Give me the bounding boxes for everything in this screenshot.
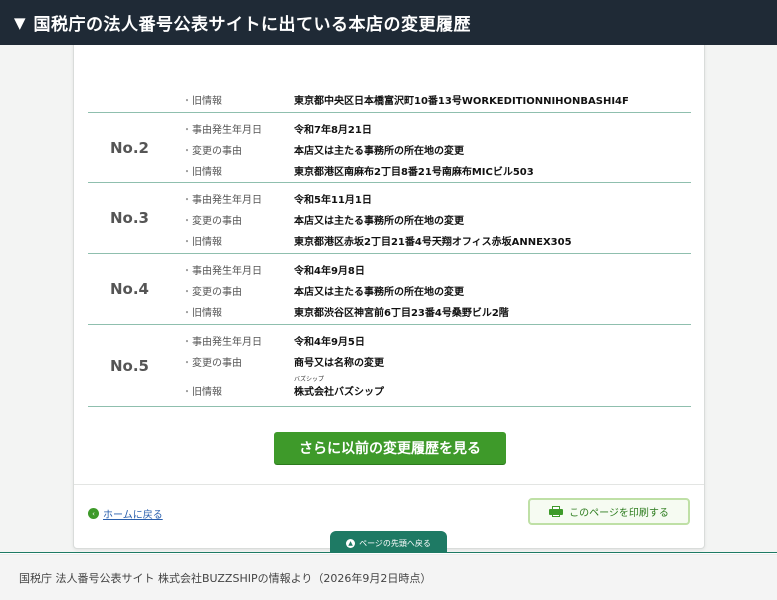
printer-icon <box>549 506 564 517</box>
record-number: No.3 <box>110 209 149 227</box>
bullet: ・ <box>182 265 192 277</box>
record-number: No.4 <box>110 280 149 298</box>
field-value: 東京都港区赤坂2丁目21番4号天翔オフィス赤坂ANNEX305 <box>294 236 572 248</box>
triangle-down-icon: ▼ <box>14 13 26 32</box>
caption-header-bar: ▼ 国税庁の法人番号公表サイトに出ている本店の変更履歴 <box>0 0 777 45</box>
field-line: ・ 変更の事由 本店又は主たる事務所の所在地の変更 <box>182 283 464 298</box>
field-line: ・ 事由発生年月日 令和5年11月1日 <box>182 191 372 206</box>
print-button-label: このページを印刷する <box>569 508 669 519</box>
record-number: No.2 <box>110 139 149 157</box>
source-caption: 国税庁 法人番号公表サイト 株式会社BUZZSHIPの情報より（2026年9月2… <box>0 554 777 600</box>
field-value: 東京都中央区日本橋富沢町10番13号WORKEDITIONNIHONBASHI4… <box>294 95 629 107</box>
header-title: 国税庁の法人番号公表サイトに出ている本店の変更履歴 <box>33 15 472 35</box>
history-record: No.5 ・ 事由発生年月日 令和4年9月5日 ・ 変更の事由 商号又は名称の変… <box>88 325 691 407</box>
bullet: ・ <box>182 215 192 227</box>
field-value: 東京都港区南麻布2丁目8番21号南麻布MICビル503 <box>294 166 534 178</box>
field-label: 事由発生年月日 <box>192 124 262 136</box>
field-line: ・ 事由発生年月日 令和4年9月8日 <box>182 262 365 277</box>
bullet: ・ <box>182 357 192 369</box>
field-line: ・ 変更の事由 本店又は主たる事務所の所在地の変更 <box>182 142 464 157</box>
field-line: ・ 旧情報 東京都渋谷区神宮前6丁目23番4号桑野ビル2階 <box>182 304 509 319</box>
field-value: 本店又は主たる事務所の所在地の変更 <box>294 286 464 298</box>
field-line: ・ 事由発生年月日 令和4年9月5日 <box>182 333 365 348</box>
field-line: ・ 旧情報 東京都港区南麻布2丁目8番21号南麻布MICビル503 <box>182 163 534 178</box>
field-label: 旧情報 <box>192 95 222 107</box>
bullet: ・ <box>182 236 192 248</box>
bullet: ・ <box>182 286 192 298</box>
home-link-label: ホームに戻る <box>103 510 163 521</box>
field-label: 旧情報 <box>192 307 222 319</box>
history-record: No.4 ・ 事由発生年月日 令和4年9月8日 ・ 変更の事由 本店又は主たる事… <box>88 254 691 325</box>
field-line: ・ 旧情報 株式会社バズシップ <box>182 383 384 398</box>
show-more-history-button[interactable]: さらに以前の変更履歴を見る <box>274 432 506 464</box>
bullet: ・ <box>182 194 192 206</box>
bullet: ・ <box>182 386 192 398</box>
back-to-top-label: ページの先頭へ戻る <box>359 538 431 548</box>
field-value: 商号又は名称の変更 <box>294 357 384 369</box>
field-label: 事由発生年月日 <box>192 194 262 206</box>
field-label: 事由発生年月日 <box>192 265 262 277</box>
record-number: No.5 <box>110 357 149 375</box>
field-line: ・ 変更の事由 本店又は主たる事務所の所在地の変更 <box>182 212 464 227</box>
field-value: 本店又は主たる事務所の所在地の変更 <box>294 145 464 157</box>
field-label: 変更の事由 <box>192 357 242 369</box>
field-value: 令和5年11月1日 <box>294 194 372 206</box>
history-card: ・ 旧情報 東京都中央区日本橋富沢町10番13号WORKEDITIONNIHON… <box>73 45 705 549</box>
bullet: ・ <box>182 166 192 178</box>
field-label: 変更の事由 <box>192 286 242 298</box>
field-value: 東京都渋谷区神宮前6丁目23番4号桑野ビル2階 <box>294 307 509 319</box>
bullet: ・ <box>182 336 192 348</box>
field-label: 変更の事由 <box>192 145 242 157</box>
history-record: No.2 ・ 事由発生年月日 令和7年8月21日 ・ 変更の事由 本店又は主たる… <box>88 113 691 183</box>
print-page-button[interactable]: このページを印刷する <box>528 498 690 525</box>
field-label: 旧情報 <box>192 386 222 398</box>
field-label: 旧情報 <box>192 166 222 178</box>
bullet: ・ <box>182 145 192 157</box>
field-value: 令和4年9月8日 <box>294 265 365 277</box>
field-line: ・ 旧情報 東京都中央区日本橋富沢町10番13号WORKEDITIONNIHON… <box>182 92 629 107</box>
screenshot-area: ・ 旧情報 東京都中央区日本橋富沢町10番13号WORKEDITIONNIHON… <box>0 45 777 553</box>
field-line: ・ 旧情報 東京都港区赤坂2丁目21番4号天翔オフィス赤坂ANNEX305 <box>182 233 572 248</box>
back-arrow-icon: ‹ <box>88 508 99 519</box>
history-record: No.3 ・ 事由発生年月日 令和5年11月1日 ・ 変更の事由 本店又は主たる… <box>88 183 691 254</box>
bullet: ・ <box>182 124 192 136</box>
field-value: 令和7年8月21日 <box>294 124 372 136</box>
home-link[interactable]: ‹ ホームに戻る <box>88 506 163 521</box>
field-label: 変更の事由 <box>192 215 242 227</box>
bullet: ・ <box>182 307 192 319</box>
field-line: ・ 変更の事由 商号又は名称の変更 <box>182 354 384 369</box>
history-record: ・ 旧情報 東京都中央区日本橋富沢町10番13号WORKEDITIONNIHON… <box>88 45 691 113</box>
bullet: ・ <box>182 95 192 107</box>
arrow-up-icon: ▲ <box>346 538 356 548</box>
field-value: 令和4年9月5日 <box>294 336 365 348</box>
field-label: 事由発生年月日 <box>192 336 262 348</box>
field-value: 本店又は主たる事務所の所在地の変更 <box>294 215 464 227</box>
field-value: 株式会社バズシップ <box>294 386 384 398</box>
field-line: ・ 事由発生年月日 令和7年8月21日 <box>182 121 372 136</box>
divider <box>74 484 704 485</box>
field-label: 旧情報 <box>192 236 222 248</box>
back-to-top-button[interactable]: ▲ ページの先頭へ戻る <box>330 531 447 553</box>
